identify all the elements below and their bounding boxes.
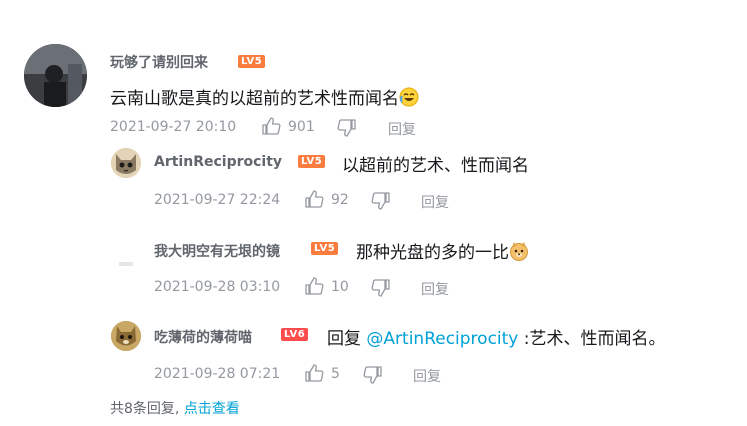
reply-total: 共8条回复,: [110, 401, 180, 417]
thumbs-up-icon[interactable]: [305, 277, 324, 295]
mention-link[interactable]: @ArtinReciprocity: [366, 329, 518, 349]
reply-button[interactable]: 回复: [421, 192, 449, 212]
comment-text: 回复 @ArtinReciprocity :艺术、性而闻名。: [327, 324, 666, 349]
comment-text: 那种光盘的多的一比: [356, 238, 529, 263]
username[interactable]: 我大明空有无垠的镜: [154, 241, 280, 261]
avatar[interactable]: [119, 262, 133, 266]
reply-button[interactable]: 回复: [421, 279, 449, 299]
level-badge: LV6: [281, 328, 309, 341]
thumbs-down-icon[interactable]: [363, 366, 382, 384]
comment-time: 2021-09-28 03:10: [154, 279, 281, 295]
view-replies-link[interactable]: 点击查看: [184, 401, 240, 417]
comment-body: 云南山歌是真的以超前的艺术性而闻名: [110, 89, 399, 109]
thumbs-up-icon[interactable]: [262, 117, 281, 135]
laughing-crying-emoji: [399, 87, 419, 107]
comment-text: 以超前的艺术、性而闻名: [342, 156, 529, 176]
username[interactable]: ArtinReciprocity: [154, 154, 282, 170]
username[interactable]: 玩够了请别回来: [110, 52, 208, 72]
username[interactable]: 吃薄荷的薄荷喵: [154, 327, 252, 347]
comment-body: 那种光盘的多的一比: [356, 243, 509, 263]
level-badge: LV5: [298, 155, 326, 168]
thumbs-down-icon[interactable]: [371, 279, 390, 297]
doge-emoji: [509, 241, 529, 261]
avatar[interactable]: [111, 148, 141, 178]
reply-summary: 共8条回复, 点击查看: [110, 398, 240, 418]
thumbs-down-icon[interactable]: [371, 192, 390, 210]
avatar[interactable]: [24, 44, 87, 107]
like-count: 901: [288, 119, 315, 135]
thumbs-up-icon[interactable]: [305, 190, 324, 208]
comment-body: :艺术、性而闻名。: [523, 329, 666, 349]
comment-time: 2021-09-27 20:10: [110, 119, 237, 135]
avatar[interactable]: [111, 321, 141, 351]
like-count: 92: [331, 192, 349, 208]
comment-time: 2021-09-27 22:24: [154, 192, 281, 208]
level-badge: LV5: [311, 242, 339, 255]
comment-text: 云南山歌是真的以超前的艺术性而闻名: [110, 84, 419, 109]
level-badge: LV5: [238, 55, 266, 68]
thumbs-up-icon[interactable]: [305, 364, 324, 382]
like-count: 10: [331, 279, 349, 295]
comment-time: 2021-09-28 07:21: [154, 366, 281, 382]
thumbs-down-icon[interactable]: [337, 119, 356, 137]
reply-prefix: 回复: [327, 329, 361, 349]
like-count: 5: [331, 366, 340, 382]
reply-button[interactable]: 回复: [413, 366, 441, 386]
reply-button[interactable]: 回复: [388, 119, 416, 139]
